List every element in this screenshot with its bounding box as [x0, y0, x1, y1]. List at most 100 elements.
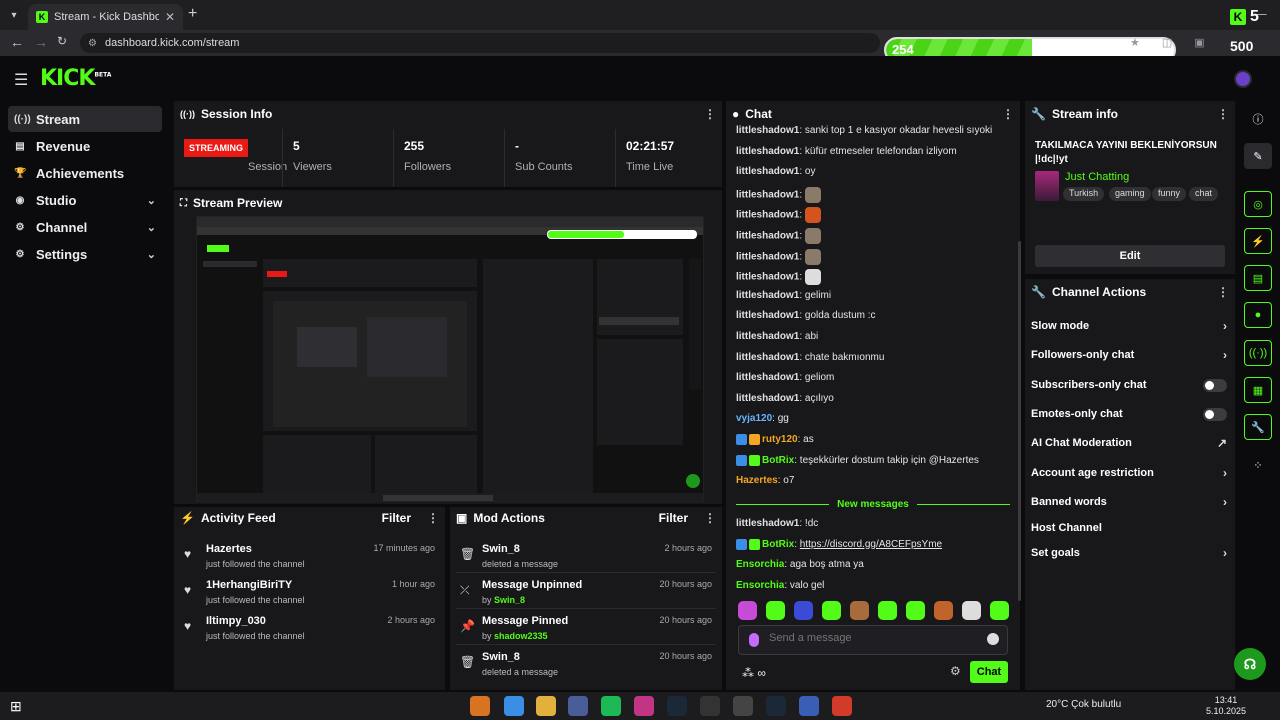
app-icon[interactable]: [733, 696, 753, 716]
channel-action-slow-mode[interactable]: Slow mode ›: [1031, 317, 1227, 335]
user-avatar[interactable]: [1234, 70, 1252, 88]
bookmark-star-icon[interactable]: ★: [1130, 36, 1140, 49]
camera-icon[interactable]: ◎: [1244, 191, 1272, 217]
sidebar-item-settings[interactable]: ⚙ Settings ⌄: [8, 241, 162, 267]
chat-username[interactable]: littleshadow1: [736, 210, 799, 221]
chat-username[interactable]: littleshadow1: [736, 146, 799, 157]
whatsapp-icon[interactable]: [470, 696, 490, 716]
channel-action-ai-chat-moderation[interactable]: AI Chat Moderation ↗: [1031, 434, 1227, 452]
chat-username[interactable]: littleshadow1: [736, 166, 799, 177]
tab-group-icon[interactable]: ▣: [1194, 36, 1204, 49]
channel-action-emotes-only-chat[interactable]: Emotes-only chat: [1031, 405, 1227, 423]
chat-username[interactable]: littleshadow1: [736, 310, 799, 321]
more-options-icon[interactable]: ⋮: [704, 107, 716, 121]
more-options-icon[interactable]: ⋮: [427, 511, 439, 525]
back-icon[interactable]: ←: [10, 34, 24, 50]
sidebar-item-achievements[interactable]: 🏆 Achievements: [8, 160, 162, 186]
channel-action-host-channel[interactable]: Host Channel: [1031, 519, 1227, 537]
spotify-icon[interactable]: [601, 696, 621, 716]
more-options-icon[interactable]: ⋮: [1002, 107, 1014, 121]
filter-button[interactable]: Filter: [659, 511, 688, 525]
chat-username[interactable]: littleshadow1: [736, 290, 799, 301]
toggle-switch[interactable]: [1203, 378, 1227, 392]
url-field[interactable]: ⚙ dashboard.kick.com/stream: [80, 33, 880, 53]
channel-action-set-goals[interactable]: Set goals ›: [1031, 544, 1227, 562]
layout-icon[interactable]: ▦: [1244, 377, 1272, 403]
chat-username[interactable]: littleshadow1: [736, 352, 799, 363]
sidebar-item-channel[interactable]: ⚙ Channel ⌄: [8, 214, 162, 240]
emoji-icon[interactable]: [987, 633, 999, 645]
chat-username[interactable]: littleshadow1: [736, 393, 799, 404]
chat-username[interactable]: Hazertes: [736, 475, 778, 486]
channel-action-followers-only-chat[interactable]: Followers-only chat ›: [1031, 346, 1227, 364]
more-options-icon[interactable]: ⋮: [1217, 107, 1229, 121]
instagram-icon[interactable]: [634, 696, 654, 716]
mic-icon[interactable]: [749, 633, 759, 647]
chat-bubble-icon[interactable]: ●: [1244, 302, 1272, 328]
chat-username[interactable]: Ensorchia: [736, 580, 784, 591]
edit-pencil-icon[interactable]: ✎: [1244, 143, 1272, 169]
new-tab-button[interactable]: +: [188, 5, 197, 23]
emote-button[interactable]: [906, 601, 925, 620]
support-headset-icon[interactable]: ☊: [1234, 648, 1266, 680]
chat-username[interactable]: ruty120: [762, 434, 798, 445]
weather-widget[interactable]: 20°C Çok bulutlu: [1046, 699, 1121, 710]
edit-stream-button[interactable]: Edit: [1035, 245, 1225, 267]
extensions-icon[interactable]: ◫: [1162, 36, 1172, 49]
emote-button[interactable]: [850, 601, 869, 620]
emote-button[interactable]: [794, 601, 813, 620]
app-icon[interactable]: [799, 696, 819, 716]
broadcast-icon[interactable]: ((·)): [1244, 340, 1272, 366]
chat-username[interactable]: littleshadow1: [736, 372, 799, 383]
info-icon[interactable]: ⓘ: [1244, 106, 1272, 132]
chat-username[interactable]: littleshadow1: [736, 331, 799, 342]
chrome-icon[interactable]: [504, 696, 524, 716]
chat-username[interactable]: littleshadow1: [736, 189, 799, 200]
emote-button[interactable]: [990, 601, 1009, 620]
emote-button[interactable]: [822, 601, 841, 620]
mod-by-user[interactable]: Swin_8: [494, 595, 525, 605]
lightning-icon[interactable]: ⚡: [1244, 228, 1272, 254]
chat-username[interactable]: littleshadow1: [736, 231, 799, 242]
steam-icon[interactable]: [766, 696, 786, 716]
chat-input-box[interactable]: [738, 625, 1008, 655]
filter-button[interactable]: Filter: [382, 511, 411, 525]
stream-preview-video[interactable]: [196, 216, 704, 502]
emote-button[interactable]: [878, 601, 897, 620]
channel-action-subscribers-only-chat[interactable]: Subscribers-only chat: [1031, 376, 1227, 394]
channel-action-account-age-restriction[interactable]: Account age restriction ›: [1031, 464, 1227, 482]
mod-by-user[interactable]: shadow2335: [494, 631, 548, 641]
chat-username[interactable]: Ensorchia: [736, 559, 784, 570]
category-name[interactable]: Just Chatting: [1065, 171, 1129, 183]
chat-settings-icon[interactable]: ⚙: [950, 664, 961, 678]
apps-icon[interactable]: ⁘: [1244, 452, 1272, 478]
emote-button[interactable]: [934, 601, 953, 620]
system-clock[interactable]: 13:41 5.10.2025: [1206, 695, 1246, 717]
chat-link[interactable]: https://discord.gg/A8CEFpsYme: [800, 539, 942, 550]
hamburger-menu-icon[interactable]: ☰: [14, 70, 28, 90]
kick-logo[interactable]: KICKBETA: [40, 66, 111, 91]
document-icon[interactable]: ▤: [1244, 265, 1272, 291]
points-display[interactable]: ⁂ ∞: [742, 666, 766, 680]
close-tab-icon[interactable]: ✕: [165, 10, 175, 24]
chat-username[interactable]: littleshadow1: [736, 125, 799, 136]
forward-icon[interactable]: →: [34, 34, 48, 50]
sidebar-item-studio[interactable]: ◉ Studio ⌄: [8, 187, 162, 213]
reload-icon[interactable]: ↻: [57, 34, 67, 48]
file-explorer-icon[interactable]: [536, 696, 556, 716]
chat-message-input[interactable]: [769, 632, 969, 644]
discord-icon[interactable]: [568, 696, 588, 716]
more-options-icon[interactable]: ⋮: [704, 511, 716, 525]
toggle-switch[interactable]: [1203, 407, 1227, 421]
channel-action-banned-words[interactable]: Banned words ›: [1031, 493, 1227, 511]
chat-send-button[interactable]: Chat: [970, 661, 1008, 683]
epic-games-icon[interactable]: [700, 696, 720, 716]
chat-username[interactable]: littleshadow1: [736, 518, 799, 529]
chat-username[interactable]: BotRix: [762, 455, 794, 466]
tab-search-icon[interactable]: ▾: [6, 7, 22, 23]
chat-username[interactable]: BotRix: [762, 539, 794, 550]
windows-start-icon[interactable]: ⊞: [10, 698, 22, 715]
wrench-icon[interactable]: 🔧: [1244, 414, 1272, 440]
browser-tab[interactable]: K Stream - Kick Dashboard ✕: [28, 4, 183, 30]
emote-button[interactable]: [738, 601, 757, 620]
